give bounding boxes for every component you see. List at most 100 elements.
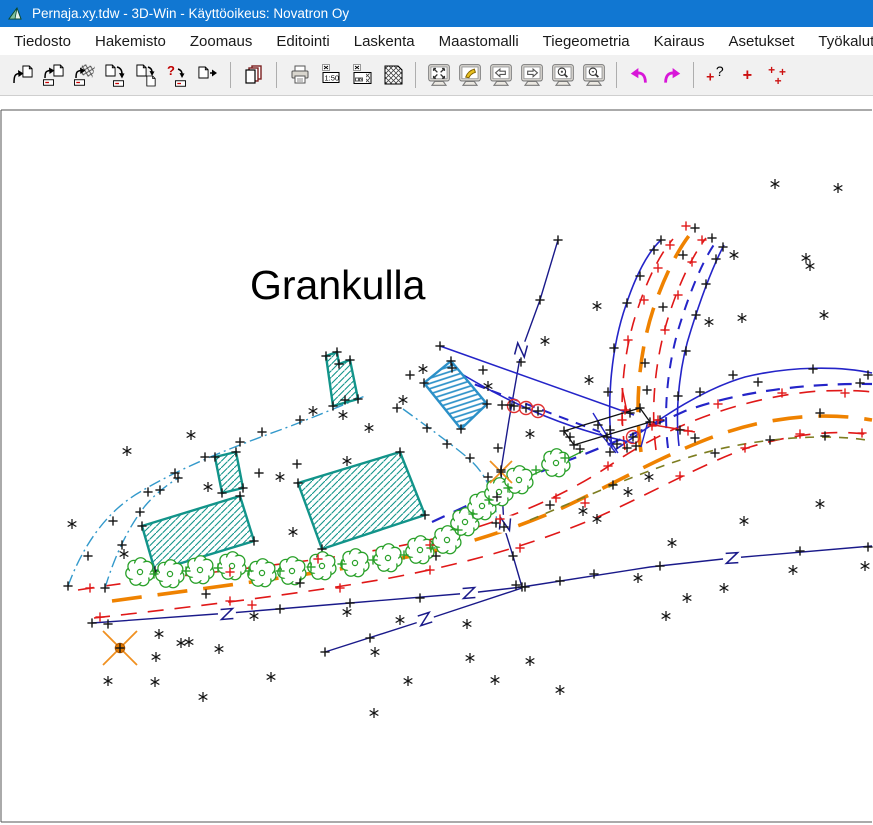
toolbar-separator: [415, 62, 416, 88]
survey-point-asterisk: [339, 410, 348, 420]
add-point-query-button[interactable]: + ?: [701, 60, 732, 90]
map-drawing[interactable]: Grankulla: [0, 96, 873, 825]
plus-mark: [478, 365, 487, 374]
zoom-out-button[interactable]: [578, 60, 609, 90]
plus-mark: [681, 346, 690, 355]
plus-mark: [855, 378, 864, 387]
survey-point-asterisk: [155, 629, 164, 639]
fill-settings-button[interactable]: [377, 60, 408, 90]
menu-editointi[interactable]: Editointi: [264, 33, 341, 50]
toolbar: ? 1:5: [0, 55, 873, 96]
plus-mark: [493, 443, 502, 452]
add-point-button[interactable]: +: [732, 60, 763, 90]
zoom-in-button[interactable]: [547, 60, 578, 90]
plus-mark: [415, 593, 424, 602]
read-file-options-icon: [41, 63, 65, 87]
survey-point-asterisk: [556, 685, 565, 695]
tree-symbol: [126, 558, 154, 586]
survey-point-asterisk: [152, 652, 161, 662]
canvas-border: [1, 110, 872, 822]
zoom-all-button[interactable]: [423, 60, 454, 90]
menu-tiedosto[interactable]: Tiedosto: [2, 33, 83, 50]
survey-point-asterisk: [370, 708, 379, 718]
plus-mark: [275, 604, 284, 613]
page-setup-icon: [350, 63, 374, 87]
plus-mark: [863, 542, 872, 551]
plus-mark: [225, 596, 234, 605]
survey-point-asterisk: [645, 472, 654, 482]
survey-point-asterisk: [267, 672, 276, 682]
svg-text:+: +: [742, 66, 752, 84]
menu-asetukset[interactable]: Asetukset: [717, 33, 807, 50]
redo-icon: [658, 62, 684, 88]
zoom-all-icon: [426, 62, 452, 88]
plus-mark: [63, 581, 72, 590]
save-file-as-button[interactable]: [130, 60, 161, 90]
svg-text:+: +: [706, 69, 714, 85]
copy-window-button[interactable]: [238, 60, 269, 90]
menu-tyokalut[interactable]: Työkalut: [806, 33, 873, 50]
add-points-multi-button[interactable]: + + +: [763, 60, 794, 90]
read-file-button[interactable]: [6, 60, 37, 90]
menu-tiegeometria[interactable]: Tiegeometria: [531, 33, 642, 50]
menu-zoomaus[interactable]: Zoomaus: [178, 33, 265, 50]
plus-mark: [95, 612, 104, 621]
map-canvas[interactable]: Grankulla: [0, 96, 873, 825]
save-file-part-button[interactable]: [192, 60, 223, 90]
survey-point-asterisk: [215, 644, 224, 654]
survey-point-asterisk: [276, 472, 285, 482]
plus-mark: [710, 448, 719, 457]
survey-point-asterisk: [579, 506, 588, 516]
plus-mark: [235, 437, 244, 446]
survey-point-asterisk: [624, 487, 633, 497]
plus-mark: [405, 370, 414, 379]
plus-mark: [701, 279, 710, 288]
zoom-pointer-button[interactable]: [454, 60, 485, 90]
plus-mark: [555, 576, 564, 585]
survey-point-asterisk: [399, 395, 408, 405]
page-setup-button[interactable]: [346, 60, 377, 90]
print-button[interactable]: [284, 60, 315, 90]
zoom-out-icon: [581, 62, 607, 88]
plus-mark: [642, 385, 651, 394]
read-file-options-button[interactable]: [37, 60, 68, 90]
plus-mark: [753, 377, 762, 386]
plus-mark: [345, 598, 354, 607]
fence-z-symbol: [723, 550, 742, 565]
menu-maastomalli[interactable]: Maastomalli: [427, 33, 531, 50]
read-file-format-button[interactable]: [68, 60, 99, 90]
survey-point-asterisk: [789, 565, 798, 575]
menu-kairaus[interactable]: Kairaus: [642, 33, 717, 50]
plus-mark: [691, 310, 700, 319]
plus-mark: [85, 583, 94, 592]
plus-mark: [87, 618, 96, 627]
pan-right-button[interactable]: [516, 60, 547, 90]
plus-mark: [83, 551, 92, 560]
scale-setting-button[interactable]: 1:50: [315, 60, 346, 90]
redo-button[interactable]: [655, 60, 686, 90]
survey-point-asterisk: [199, 692, 208, 702]
map-title-label: Grankulla: [250, 262, 426, 308]
survey-point-asterisk: [720, 583, 729, 593]
menu-hakemisto[interactable]: Hakemisto: [83, 33, 178, 50]
well-circle-symbol: [627, 431, 640, 444]
survey-point-asterisk: [151, 677, 160, 687]
survey-point-asterisk: [861, 561, 870, 571]
save-file-button[interactable]: [99, 60, 130, 90]
plus-mark: [575, 444, 584, 453]
menu-laskenta[interactable]: Laskenta: [342, 33, 427, 50]
print-icon: [288, 63, 312, 87]
undo-button[interactable]: [624, 60, 655, 90]
survey-point-asterisk: [396, 615, 405, 625]
pan-left-button[interactable]: [485, 60, 516, 90]
plus-mark: [365, 633, 374, 642]
survey-point-asterisk: [404, 676, 413, 686]
app-icon: [8, 6, 25, 21]
plus-mark: [254, 468, 263, 477]
read-file-format-icon: [72, 63, 96, 87]
save-file-query-button[interactable]: ?: [161, 60, 192, 90]
plus-mark: [840, 388, 849, 397]
plus-mark: [392, 403, 401, 412]
survey-point-asterisk: [834, 183, 843, 193]
building-stripe: [424, 361, 487, 429]
